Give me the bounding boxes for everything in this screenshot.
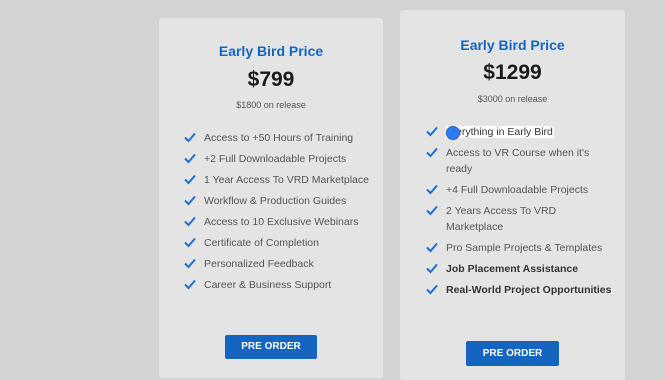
pre-order-button[interactable]: PRE ORDER — [466, 341, 559, 366]
check-icon — [184, 151, 197, 165]
check-icon — [426, 145, 439, 159]
feature-item: +4 Full Downloadable Projects — [426, 182, 616, 198]
check-icon — [184, 235, 197, 249]
check-icon — [426, 203, 439, 217]
feature-item: Job Placement Assistance — [426, 261, 616, 277]
check-icon — [184, 130, 197, 144]
feature-item: +2 Full Downloadable Projects — [184, 151, 379, 167]
cursor-dot-icon — [446, 126, 460, 140]
feature-item: Pro Sample Projects & Templates — [426, 240, 616, 256]
feature-item: 1 Year Access To VRD Marketplace — [184, 172, 379, 188]
check-icon — [426, 282, 439, 296]
check-icon — [184, 277, 197, 291]
check-icon — [426, 240, 439, 254]
feature-list: Access to +50 Hours of Training +2 Full … — [184, 130, 379, 298]
check-icon — [184, 172, 197, 186]
selected-text[interactable]: erything in Early Bird — [446, 126, 554, 138]
check-icon — [184, 256, 197, 270]
feature-item: Certificate of Completion — [184, 235, 379, 251]
check-icon — [426, 182, 439, 196]
plan-release-price: $3000 on release — [477, 94, 548, 104]
feature-item: Access to VR Course when it's ready — [426, 145, 616, 177]
feature-item: Personalized Feedback — [184, 256, 379, 272]
check-icon — [426, 124, 439, 138]
plan-price: $1299 — [483, 61, 542, 84]
plan-title: Early Bird Price — [218, 43, 324, 59]
check-icon — [184, 193, 197, 207]
plan-title: Early Bird Price — [460, 37, 565, 53]
pre-order-button[interactable]: PRE ORDER — [225, 335, 317, 359]
feature-item: 2 Years Access To VRD Marketplace — [426, 203, 616, 235]
feature-item: Career & Business Support — [184, 277, 379, 293]
pricing-card-early-bird-799: Early Bird Price $799 $1800 on release A… — [159, 18, 383, 378]
check-icon — [184, 214, 197, 228]
feature-item: Workflow & Production Guides — [184, 193, 379, 209]
check-icon — [426, 261, 439, 275]
feature-list: erything in Early Bird Access to VR Cour… — [426, 124, 616, 303]
feature-item: Access to 10 Exclusive Webinars — [184, 214, 379, 230]
plan-price: $799 — [247, 68, 295, 91]
feature-item: Real-World Project Opportunities — [426, 282, 616, 298]
pricing-card-early-bird-1299: Early Bird Price $1299 $3000 on release … — [400, 10, 625, 380]
plan-release-price: $1800 on release — [236, 100, 306, 110]
feature-item: Access to +50 Hours of Training — [184, 130, 379, 146]
